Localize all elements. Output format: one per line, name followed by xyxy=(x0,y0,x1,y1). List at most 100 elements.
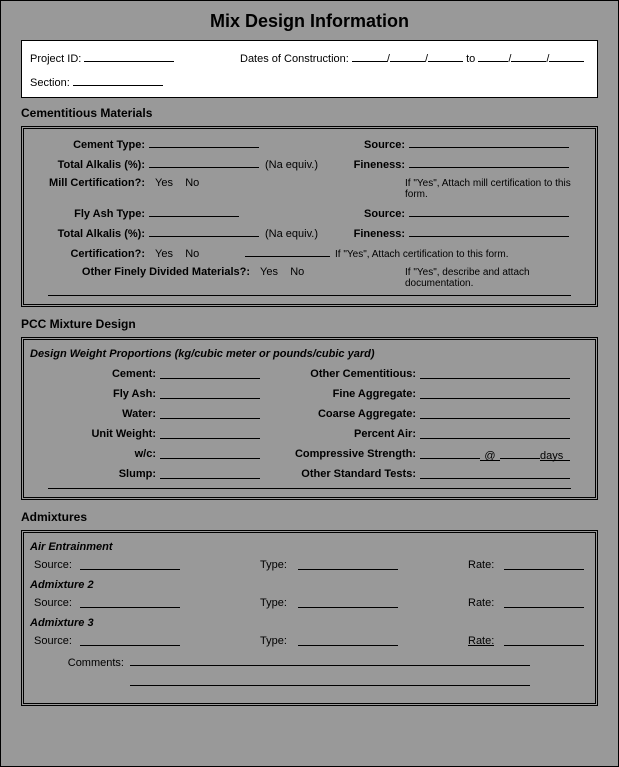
cementitious-sep xyxy=(48,295,571,296)
page: Mix Design Information Project ID: Dates… xyxy=(0,0,619,767)
pcc-sep xyxy=(48,488,571,489)
total-alkalis-field-2[interactable] xyxy=(149,226,259,237)
date-from-3[interactable] xyxy=(428,51,463,62)
dates-label: Dates of Construction: xyxy=(240,53,349,65)
mill-cert-note: If "Yes", Attach mill certification to t… xyxy=(335,178,589,200)
cement-type-label: Cement Type: xyxy=(30,139,145,151)
header-box: Project ID: Dates of Construction: // to… xyxy=(21,40,598,98)
fineness-label-2: Fineness: xyxy=(335,228,405,240)
fineness-field-2[interactable] xyxy=(409,226,569,237)
pcc-subhead: Design Weight Proportions (kg/cubic mete… xyxy=(30,348,589,360)
pcc-flyash-field[interactable] xyxy=(160,388,260,399)
other-no[interactable]: No xyxy=(290,266,304,278)
adm1-type-field[interactable] xyxy=(298,559,398,570)
adm3-rate-field[interactable] xyxy=(504,635,584,646)
pcc-box: Design Weight Proportions (kg/cubic mete… xyxy=(21,337,598,500)
pcc-days-label: days xyxy=(540,450,570,461)
source-label-2: Source: xyxy=(335,208,405,220)
section-field[interactable] xyxy=(73,75,163,86)
cert-yes[interactable]: Yes xyxy=(155,248,173,260)
date-to-1[interactable] xyxy=(478,51,508,62)
pcc-unitweight-field[interactable] xyxy=(160,428,260,439)
adm1-type-label: Type: xyxy=(260,559,298,573)
date-from-1[interactable] xyxy=(352,51,387,62)
cert-note: If "Yes", Attach certification to this f… xyxy=(335,249,589,260)
admixtures-heading: Admixtures xyxy=(21,510,598,524)
mill-cert-no[interactable]: No xyxy=(185,177,199,189)
cert-no[interactable]: No xyxy=(185,248,199,260)
pcc-comp-field[interactable] xyxy=(420,448,480,459)
fineness-field-1[interactable] xyxy=(409,157,569,168)
adm2-heading: Admixture 2 xyxy=(30,579,589,591)
pcc-coarseagg-label: Coarse Aggregate: xyxy=(270,408,420,422)
adm3-heading: Admixture 3 xyxy=(30,617,589,629)
mill-cert-label: Mill Certification?: xyxy=(30,177,145,189)
comments-field-2[interactable] xyxy=(130,675,530,686)
pcc-water-field[interactable] xyxy=(160,408,260,419)
date-to-2[interactable] xyxy=(511,51,546,62)
pcc-heading: PCC Mixture Design xyxy=(21,317,598,331)
adm3-type-label: Type: xyxy=(260,635,298,649)
pcc-flyash-label: Fly Ash: xyxy=(30,388,160,402)
comments-field-1[interactable] xyxy=(130,655,530,666)
pcc-coarseagg-field[interactable] xyxy=(420,408,570,419)
total-alkalis-label-2: Total Alkalis (%): xyxy=(30,228,145,240)
fly-ash-type-label: Fly Ash Type: xyxy=(30,208,145,220)
na-equiv-1: (Na equiv.) xyxy=(265,159,335,171)
pcc-percentair-field[interactable] xyxy=(420,428,570,439)
air-ent-heading: Air Entrainment xyxy=(30,541,589,553)
source-label-1: Source: xyxy=(335,139,405,151)
adm2-type-field[interactable] xyxy=(298,597,398,608)
adm3-type-field[interactable] xyxy=(298,635,398,646)
adm1-source-label: Source: xyxy=(30,559,80,573)
pcc-slump-label: Slump: xyxy=(30,468,160,482)
pcc-fineagg-label: Fine Aggregate: xyxy=(270,388,420,402)
adm2-rate-field[interactable] xyxy=(504,597,584,608)
pcc-other-cem-field[interactable] xyxy=(420,368,570,379)
section-label: Section: xyxy=(30,77,70,89)
source-field-2[interactable] xyxy=(409,206,569,217)
adm3-source-label: Source: xyxy=(30,635,80,649)
certification-label: Certification?: xyxy=(30,248,145,260)
project-id-field[interactable] xyxy=(84,51,174,62)
fly-ash-type-field[interactable] xyxy=(149,206,239,217)
other-yes[interactable]: Yes xyxy=(260,266,278,278)
pcc-fineagg-field[interactable] xyxy=(420,388,570,399)
project-id-label: Project ID: xyxy=(30,53,81,65)
pcc-unitweight-label: Unit Weight: xyxy=(30,428,160,442)
fineness-label-1: Fineness: xyxy=(335,159,405,171)
adm2-type-label: Type: xyxy=(260,597,298,611)
cert-extra-field[interactable] xyxy=(245,246,330,257)
source-field-1[interactable] xyxy=(409,137,569,148)
adm2-rate-label: Rate: xyxy=(468,597,504,611)
adm3-source-field[interactable] xyxy=(80,635,180,646)
adm2-source-field[interactable] xyxy=(80,597,180,608)
pcc-other-cem-label: Other Cementitious: xyxy=(270,368,420,382)
pcc-wc-label: w/c: xyxy=(30,448,160,462)
adm1-rate-field[interactable] xyxy=(504,559,584,570)
pcc-othertests-field[interactable] xyxy=(420,468,570,479)
cementitious-box: Cement Type: Source: Total Alkalis (%): … xyxy=(21,126,598,307)
pcc-comp-at: @ xyxy=(480,450,500,461)
pcc-cement-field[interactable] xyxy=(160,368,260,379)
adm3-rate-label: Rate: xyxy=(468,635,494,646)
adm1-rate-label: Rate: xyxy=(468,559,504,573)
adm2-source-label: Source: xyxy=(30,597,80,611)
cement-type-field[interactable] xyxy=(149,137,259,148)
date-to-3[interactable] xyxy=(549,51,584,62)
total-alkalis-field-1[interactable] xyxy=(149,157,259,168)
date-from-2[interactable] xyxy=(390,51,425,62)
adm1-source-field[interactable] xyxy=(80,559,180,570)
total-alkalis-label-1: Total Alkalis (%): xyxy=(30,159,145,171)
na-equiv-2: (Na equiv.) xyxy=(265,228,335,240)
dates-to: to xyxy=(466,53,475,65)
pcc-wc-field[interactable] xyxy=(160,448,260,459)
comments-label: Comments: xyxy=(30,657,130,669)
pcc-comp-days-field[interactable] xyxy=(500,448,540,459)
pcc-slump-field[interactable] xyxy=(160,468,260,479)
page-title: Mix Design Information xyxy=(21,11,598,32)
other-finely-label: Other Finely Divided Materials?: xyxy=(30,266,250,278)
mill-cert-yes[interactable]: Yes xyxy=(155,177,173,189)
pcc-cement-label: Cement: xyxy=(30,368,160,382)
pcc-comp-label: Compressive Strength: xyxy=(270,448,420,462)
